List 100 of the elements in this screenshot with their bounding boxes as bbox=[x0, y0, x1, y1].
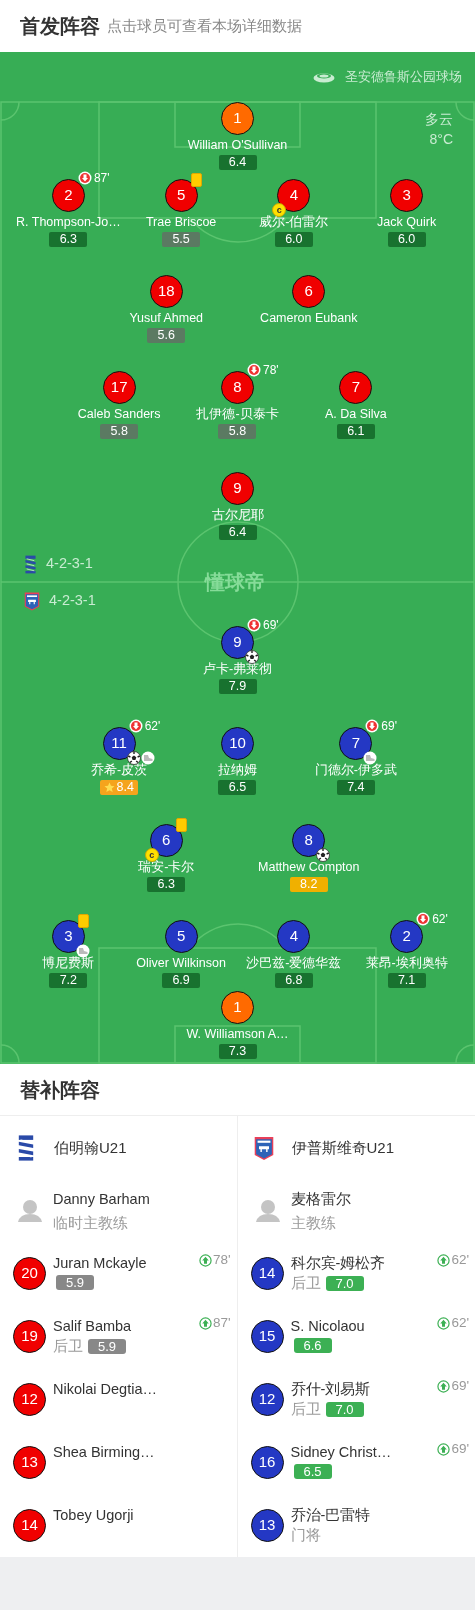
down-arrow-icon bbox=[77, 171, 92, 185]
player-marker[interactable]: 9 bbox=[221, 472, 254, 505]
rating-badge: 7.0 bbox=[325, 1401, 364, 1417]
rating-badge: 6.1 bbox=[336, 424, 375, 439]
player-name: 沙巴兹-爱德华兹 bbox=[246, 955, 342, 971]
rating-badge: 6.3 bbox=[49, 232, 88, 247]
player-marker[interactable]: 10 bbox=[221, 727, 254, 760]
player-marker[interactable]: 3 bbox=[390, 179, 424, 212]
player-name: 乔什-刘易斯 bbox=[290, 1380, 371, 1398]
player-marker[interactable]: 3 bbox=[51, 920, 85, 953]
player-marker[interactable]: 13 bbox=[250, 1509, 284, 1542]
substitution-minute: 62' bbox=[432, 912, 448, 926]
rating-badge: 7.9 bbox=[218, 679, 257, 694]
player-marker[interactable]: 6 bbox=[292, 275, 326, 308]
player-marker[interactable]: 11 bbox=[102, 727, 136, 760]
rating-badge: 5.5 bbox=[162, 232, 201, 247]
player-marker[interactable]: 2 bbox=[390, 920, 424, 953]
player-marker[interactable]: 19 bbox=[13, 1320, 46, 1353]
player-position: 后卫 bbox=[290, 1275, 321, 1291]
player-name: Sidney Christ… bbox=[290, 1443, 392, 1461]
rating-badge: 7.0 bbox=[325, 1275, 364, 1291]
player-marker[interactable]: 13 bbox=[13, 1446, 46, 1479]
section-title: 替补阵容 bbox=[20, 1077, 100, 1103]
team-name: 伊普斯维奇U21 bbox=[291, 1137, 395, 1158]
team-name: 伯明翰U21 bbox=[54, 1137, 127, 1158]
player-marker[interactable]: 12 bbox=[250, 1383, 284, 1416]
player-name: 扎伊德-贝泰卡 bbox=[196, 406, 279, 422]
player-marker[interactable]: 4 bbox=[277, 920, 311, 953]
player-marker[interactable]: 20 bbox=[13, 1257, 46, 1290]
player-marker[interactable]: 7 bbox=[339, 727, 373, 760]
rating-badge: 8.2 bbox=[289, 877, 328, 892]
player-marker[interactable]: 1 bbox=[221, 102, 254, 135]
player-name: Tobey Ugorji bbox=[53, 1506, 134, 1524]
soccer-ball-icon bbox=[245, 650, 259, 664]
player-name: Juran Mckayle bbox=[53, 1254, 147, 1272]
substitution-minute: 62' bbox=[144, 719, 161, 733]
pitch-logo-text: 懂球帝 bbox=[205, 570, 265, 595]
player-name: Jack Quirk bbox=[377, 214, 437, 230]
boot-icon bbox=[140, 751, 155, 765]
player-marker[interactable]: 14 bbox=[250, 1257, 284, 1290]
rating-badge: 7.2 bbox=[49, 973, 88, 988]
booking-card-icon bbox=[190, 173, 202, 187]
rating-badge: 6.9 bbox=[162, 973, 201, 988]
substitution-minute: 87' bbox=[212, 1315, 231, 1331]
down-arrow-icon bbox=[416, 912, 431, 926]
rating-badge: 6.4 bbox=[218, 525, 257, 540]
coach-role: 主教练 bbox=[290, 1214, 337, 1232]
player-marker[interactable]: 2 bbox=[51, 179, 85, 212]
player-name: W. Williamson A… bbox=[186, 1026, 289, 1042]
booking-card-icon bbox=[175, 818, 187, 832]
player-marker[interactable]: 5 bbox=[164, 179, 198, 212]
player-marker[interactable]: 16 bbox=[250, 1446, 284, 1479]
player-marker[interactable]: 14 bbox=[13, 1509, 46, 1542]
down-arrow-icon bbox=[128, 719, 143, 733]
rating-badge: 5.9 bbox=[88, 1338, 126, 1354]
person-silhouette-icon bbox=[254, 1199, 281, 1223]
player-marker[interactable]: 17 bbox=[102, 371, 136, 404]
up-arrow-icon bbox=[437, 1316, 451, 1330]
person-silhouette-icon bbox=[17, 1199, 43, 1223]
player-marker[interactable]: 12 bbox=[13, 1383, 46, 1416]
boot-icon bbox=[75, 944, 90, 958]
substitution-minute: 78' bbox=[263, 363, 279, 377]
substitution-minute: 69' bbox=[451, 1378, 469, 1394]
substitution-minute: 62' bbox=[451, 1315, 469, 1331]
player-marker[interactable]: 7 bbox=[339, 371, 373, 404]
rating-badge: 6.6 bbox=[293, 1338, 332, 1353]
player-name: Salif Bamba bbox=[53, 1317, 132, 1335]
temperature-text: 8°C bbox=[429, 130, 453, 149]
player-name: A. Da Silva bbox=[324, 406, 387, 422]
rating-badge: 7.1 bbox=[387, 973, 426, 988]
player-name: Trae Briscoe bbox=[145, 214, 217, 230]
player-name: R. Thompson-Jo… bbox=[16, 214, 121, 230]
rating-badge: 6.5 bbox=[218, 780, 257, 795]
player-name: Yusuf Ahmed bbox=[129, 310, 204, 326]
player-name: Nikolai Degtia… bbox=[53, 1380, 157, 1398]
player-name: 莱昂-埃利奥特 bbox=[365, 955, 448, 971]
player-name: Oliver Wilkinson bbox=[136, 955, 226, 971]
substitution-minute: 69' bbox=[451, 1441, 469, 1457]
up-arrow-icon bbox=[437, 1253, 451, 1267]
player-name: S. Nicolaou bbox=[290, 1317, 365, 1335]
player-marker[interactable]: 8 bbox=[221, 371, 254, 404]
up-arrow-icon bbox=[437, 1379, 451, 1393]
rating-badge: 6.0 bbox=[387, 232, 426, 247]
substitution-minute: 69' bbox=[263, 618, 279, 632]
player-position: 后卫 bbox=[290, 1401, 321, 1417]
player-marker[interactable]: 1 bbox=[221, 991, 254, 1024]
player-name: 古尔尼耶 bbox=[211, 507, 264, 523]
player-marker[interactable]: 5 bbox=[164, 920, 198, 953]
player-marker[interactable]: 18 bbox=[149, 275, 183, 308]
player-marker[interactable]: 8 bbox=[292, 824, 326, 857]
formation-text: 4-2-3-1 bbox=[49, 591, 96, 611]
down-arrow-icon bbox=[247, 363, 261, 377]
booking-card-icon bbox=[77, 914, 89, 928]
substitution-minute: 87' bbox=[93, 171, 110, 185]
up-arrow-icon bbox=[437, 1442, 451, 1456]
player-position: 门将 bbox=[290, 1527, 321, 1543]
player-marker[interactable]: 15 bbox=[250, 1320, 284, 1353]
player-name: 卢卡-弗莱彻 bbox=[202, 661, 273, 677]
formation-text: 4-2-3-1 bbox=[46, 554, 93, 574]
stadium-icon bbox=[313, 71, 335, 83]
